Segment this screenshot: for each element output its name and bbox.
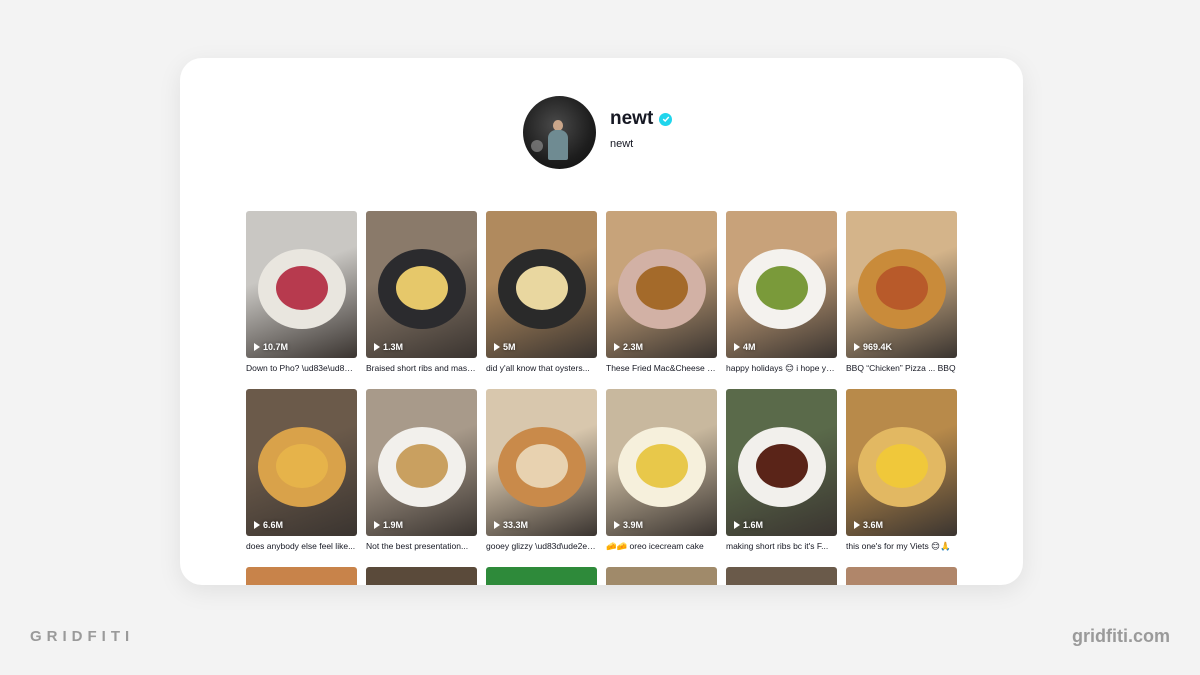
food-shape [516, 444, 568, 488]
video-thumbnail-partial[interactable] [606, 567, 717, 585]
video-tile[interactable]: 4M happy holidays 😊 i hope you all [726, 211, 837, 374]
play-count-label: 1.6M [743, 520, 764, 530]
food-shape [516, 266, 568, 310]
username: newt [610, 108, 654, 129]
play-count: 10.7M [254, 342, 288, 352]
play-count: 1.6M [734, 520, 763, 530]
play-count: 6.6M [254, 520, 283, 530]
video-thumbnail-partial[interactable] [366, 567, 477, 585]
video-tile[interactable]: 3.6M this one's for my Viets 😊🙏 [846, 389, 957, 552]
play-count-label: 33.3M [503, 520, 529, 530]
video-thumbnail[interactable]: 4M [726, 211, 837, 358]
video-thumbnail[interactable]: 33.3M [486, 389, 597, 536]
video-thumbnail[interactable]: 2.3M [606, 211, 717, 358]
video-thumbnail-partial[interactable] [246, 567, 357, 585]
profile-avatar[interactable] [523, 96, 596, 169]
food-shape [756, 444, 808, 488]
play-icon [494, 521, 500, 529]
play-count: 4M [734, 342, 756, 352]
play-count: 33.3M [494, 520, 528, 530]
play-count: 3.6M [854, 520, 883, 530]
food-shape [636, 266, 688, 310]
video-caption[interactable]: making short ribs bc it's F... [726, 541, 837, 551]
video-caption[interactable]: happy holidays 😊 i hope you all [726, 363, 837, 374]
video-tile[interactable]: 969.4K BBQ “Chicken” Pizza ... BBQ [846, 211, 957, 373]
food-shape [756, 266, 808, 310]
brand-url: gridfiti.com [1072, 626, 1170, 646]
play-count-label: 5M [503, 342, 516, 352]
food-shape [276, 266, 328, 310]
video-tile[interactable]: 1.9M Not the best presentation... [366, 389, 477, 551]
play-count: 969.4K [854, 342, 892, 352]
video-caption[interactable]: this one's for my Viets 😊🙏 [846, 541, 957, 552]
food-shape [876, 266, 928, 310]
video-caption[interactable]: Not the best presentation... [366, 541, 477, 551]
video-tile[interactable]: 5M did y'all know that oysters... [486, 211, 597, 373]
play-count: 5M [494, 342, 516, 352]
video-caption[interactable]: Braised short ribs and mashed potatoes [366, 363, 477, 373]
video-tile[interactable]: 1.6M making short ribs bc it's F... [726, 389, 837, 551]
food-shape [876, 444, 928, 488]
video-thumbnail[interactable]: 10.7M [246, 211, 357, 358]
play-count: 1.3M [374, 342, 403, 352]
video-caption[interactable]: does anybody else feel like... [246, 541, 357, 551]
video-caption[interactable]: BBQ “Chicken” Pizza ... BBQ [846, 363, 957, 373]
nickname: newt [610, 138, 634, 150]
play-count-label: 3.6M [863, 520, 884, 530]
video-caption[interactable]: These Fried Mac&Cheese Balls [606, 363, 717, 373]
video-thumbnail[interactable]: 969.4K [846, 211, 957, 358]
video-caption[interactable]: Down to Pho? \ud83e\ud83d\udc4f [246, 363, 357, 373]
play-icon [854, 521, 860, 529]
play-count: 1.9M [374, 520, 403, 530]
video-thumbnail[interactable]: 3.6M [846, 389, 957, 536]
video-thumbnail[interactable]: 1.3M [366, 211, 477, 358]
play-count-label: 6.6M [263, 520, 284, 530]
food-shape [396, 444, 448, 488]
play-icon [734, 521, 740, 529]
video-tile[interactable]: 1.3M Braised short ribs and mashed potato… [366, 211, 477, 373]
play-icon [734, 343, 740, 351]
video-thumbnail[interactable]: 1.6M [726, 389, 837, 536]
play-icon [494, 343, 500, 351]
video-caption[interactable]: gooey glizzy \ud83d\ude2e\udf2d [486, 541, 597, 551]
video-thumbnail-partial[interactable] [846, 567, 957, 585]
video-thumbnail-partial[interactable] [726, 567, 837, 585]
video-tile[interactable]: 10.7M Down to Pho? \ud83e\ud83d\udc4f [246, 211, 357, 373]
video-thumbnail[interactable]: 5M [486, 211, 597, 358]
video-thumbnail[interactable]: 1.9M [366, 389, 477, 536]
play-icon [254, 343, 260, 351]
brand-logo-left: GRIDFITI [30, 628, 135, 645]
verified-badge-icon [659, 112, 673, 126]
play-count-label: 2.3M [623, 342, 644, 352]
profile-card: newt newt 10.7M Down to Pho? \ud83e\ud83d… [180, 58, 1023, 585]
username-heading: newt [610, 108, 673, 130]
video-tile[interactable]: 3.9M 🧀🧀 oreo icecream cake [606, 389, 717, 552]
play-icon [614, 521, 620, 529]
video-tile[interactable]: 33.3M gooey glizzy \ud83d\ude2e\udf2d [486, 389, 597, 551]
play-icon [614, 343, 620, 351]
food-shape [276, 444, 328, 488]
video-tile[interactable]: 2.3M These Fried Mac&Cheese Balls [606, 211, 717, 373]
play-count-label: 969.4K [863, 342, 893, 352]
play-icon [854, 343, 860, 351]
play-count-label: 4M [743, 342, 756, 352]
play-count: 2.3M [614, 342, 643, 352]
video-tile[interactable]: 6.6M does anybody else feel like... [246, 389, 357, 551]
play-count-label: 3.9M [623, 520, 644, 530]
video-caption[interactable]: did y'all know that oysters... [486, 363, 597, 373]
play-count-label: 1.9M [383, 520, 404, 530]
play-icon [374, 521, 380, 529]
food-shape [636, 444, 688, 488]
play-icon [374, 343, 380, 351]
play-icon [254, 521, 260, 529]
food-shape [396, 266, 448, 310]
video-caption[interactable]: 🧀🧀 oreo icecream cake [606, 541, 717, 552]
video-thumbnail[interactable]: 3.9M [606, 389, 717, 536]
play-count: 3.9M [614, 520, 643, 530]
video-thumbnail[interactable]: 6.6M [246, 389, 357, 536]
play-count-label: 1.3M [383, 342, 404, 352]
video-thumbnail-partial[interactable] [486, 567, 597, 585]
play-count-label: 10.7M [263, 342, 289, 352]
